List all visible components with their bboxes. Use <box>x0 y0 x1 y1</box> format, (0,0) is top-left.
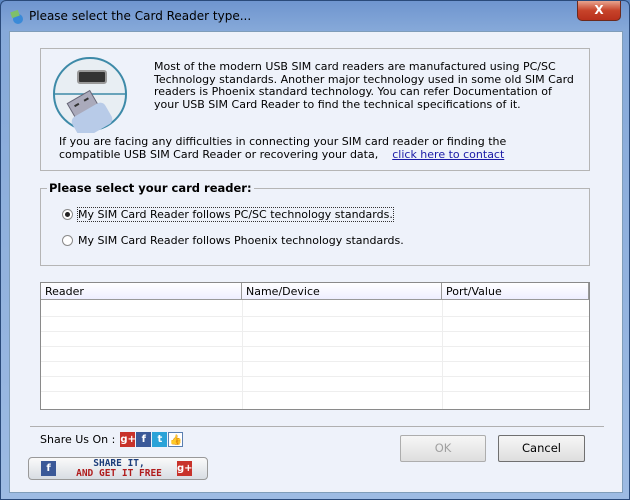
column-header-port-value[interactable]: Port/Value <box>442 283 589 300</box>
reader-table[interactable]: Reader Name/Device Port/Value <box>40 282 590 410</box>
info-text: Most of the modern USB SIM card readers … <box>154 60 574 111</box>
radio-phoenix[interactable]: My SIM Card Reader follows Phoenix techn… <box>62 234 404 247</box>
google-plus-icon: g+ <box>177 461 193 476</box>
radio-label: My SIM Card Reader follows PC/SC technol… <box>77 207 394 222</box>
radio-button-selected[interactable] <box>62 209 73 220</box>
divider <box>30 426 604 427</box>
radio-label: My SIM Card Reader follows Phoenix techn… <box>78 234 404 247</box>
group-label: Please select your card reader: <box>47 181 254 195</box>
close-button[interactable]: X <box>577 1 621 21</box>
share-it-button[interactable]: f SHARE IT, AND GET IT FREE g+ <box>28 457 208 480</box>
google-plus-icon[interactable]: g+ <box>120 432 136 447</box>
card-reader-group: Please select your card reader: My SIM C… <box>40 181 590 266</box>
ok-button[interactable]: OK <box>400 435 486 462</box>
twitter-icon[interactable]: t <box>152 432 168 447</box>
share-label: Share Us On : <box>40 433 116 446</box>
radio-pcsc[interactable]: My SIM Card Reader follows PC/SC technol… <box>62 207 394 222</box>
share-row: Share Us On : g+ f t 👍 <box>40 432 184 447</box>
contact-link[interactable]: click here to contact <box>392 148 504 161</box>
window-title: Please select the Card Reader type... <box>29 9 252 23</box>
facebook-icon: f <box>41 461 56 476</box>
info-panel: Most of the modern USB SIM card readers … <box>40 48 590 171</box>
app-icon <box>10 9 23 24</box>
dialog-window: Please select the Card Reader type... X … <box>0 0 630 500</box>
cancel-button[interactable]: Cancel <box>498 435 585 462</box>
facebook-icon[interactable]: f <box>136 432 152 447</box>
radio-button[interactable] <box>62 235 73 246</box>
share-line2: AND GET IT FREE <box>76 467 162 479</box>
column-header-reader[interactable]: Reader <box>41 283 242 300</box>
usb-reader-icon <box>53 57 127 133</box>
dialog-body: Most of the modern USB SIM card readers … <box>9 31 623 493</box>
column-header-name-device[interactable]: Name/Device <box>242 283 442 300</box>
like-icon[interactable]: 👍 <box>168 432 184 447</box>
